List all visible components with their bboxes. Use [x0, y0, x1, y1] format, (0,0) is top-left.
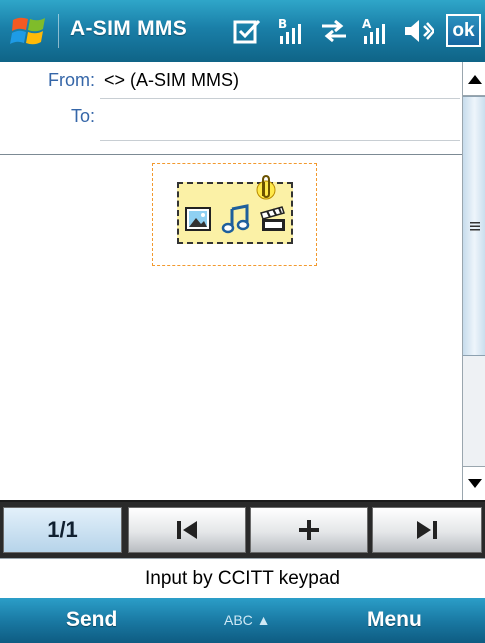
- scroll-down-button[interactable]: [463, 466, 485, 500]
- message-header: From: <> (A-SIM MMS) To:: [0, 62, 462, 156]
- add-slide-button[interactable]: [250, 507, 368, 553]
- picture-icon: [185, 207, 211, 231]
- to-label: To:: [70, 106, 95, 126]
- window-title: A-SIM MMS: [70, 17, 188, 40]
- triangle-down-icon: [467, 478, 482, 488]
- scroll-thumb[interactable]: [463, 96, 485, 356]
- previous-slide-icon: [177, 521, 197, 539]
- media-placeholder[interactable]: [152, 163, 317, 266]
- menu-softkey[interactable]: Menu: [367, 608, 422, 632]
- scroll-up-button[interactable]: [463, 62, 485, 96]
- svg-text:B: B: [278, 17, 287, 31]
- title-bar: A-SIM MMS B A ok: [0, 0, 485, 62]
- send-softkey[interactable]: Send: [66, 608, 117, 632]
- signal-icon: A: [362, 17, 385, 44]
- next-slide-button[interactable]: [372, 507, 482, 553]
- slide-page-indicator: 1/1: [3, 507, 122, 553]
- previous-slide-button[interactable]: [128, 507, 246, 553]
- data-transfer-icon: [322, 19, 346, 43]
- slide-toolbar: 1/1: [0, 500, 485, 558]
- signal-icon: B: [278, 17, 301, 44]
- scroll-track[interactable]: [463, 356, 485, 466]
- music-icon: [221, 204, 250, 234]
- softkey-bar: Send ABC ▲ Menu: [0, 598, 485, 643]
- grip-icon: [469, 222, 480, 231]
- triangle-up-icon: [467, 74, 482, 84]
- input-mode-status: Input by CCITT keypad: [0, 558, 485, 599]
- paperclip-icon: [256, 174, 276, 200]
- ok-button[interactable]: ok: [446, 14, 481, 47]
- from-label: From:: [48, 70, 95, 90]
- to-divider: [100, 140, 460, 141]
- input-panel-toggle[interactable]: ABC ▲: [224, 612, 271, 628]
- start-flag-icon[interactable]: [10, 14, 48, 48]
- message-body[interactable]: [0, 155, 462, 500]
- video-clapper-icon: [260, 206, 285, 231]
- next-slide-icon: [417, 521, 437, 539]
- from-divider: [100, 98, 460, 99]
- to-field[interactable]: [104, 106, 454, 136]
- svg-text:A: A: [362, 17, 372, 31]
- volume-icon[interactable]: [402, 16, 434, 46]
- notification-icon[interactable]: [232, 16, 262, 46]
- add-slide-icon: [299, 520, 319, 540]
- scrollbar[interactable]: [462, 62, 485, 500]
- from-field[interactable]: <> (A-SIM MMS): [104, 70, 239, 91]
